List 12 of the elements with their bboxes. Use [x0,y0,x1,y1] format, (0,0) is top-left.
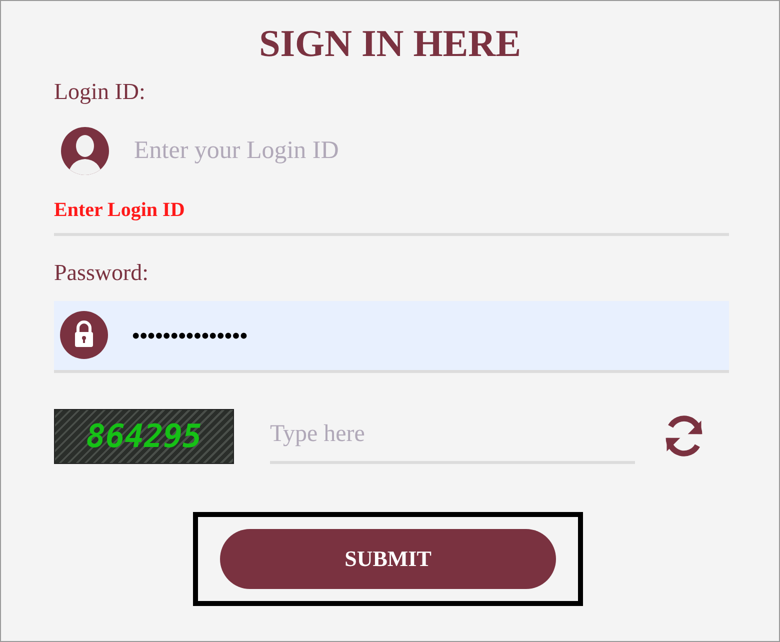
error-message: Enter Login ID [54,198,185,223]
captcha-input[interactable]: Type here [270,408,635,464]
input-field[interactable]: Enter your Login ID [134,132,534,170]
field-label: Login ID: [54,78,146,106]
lock-icon [60,311,108,359]
submit-button[interactable]: SUBMIT [220,528,556,588]
captcha-code: 864295 [86,416,202,457]
field-label: Password: [54,259,149,287]
form-title: SIGN IN HERE [258,22,522,67]
password-value: ••••••••••••••• [132,322,248,350]
user-icon [60,126,110,176]
input-field[interactable]: ••••••••••••••• [54,300,729,372]
